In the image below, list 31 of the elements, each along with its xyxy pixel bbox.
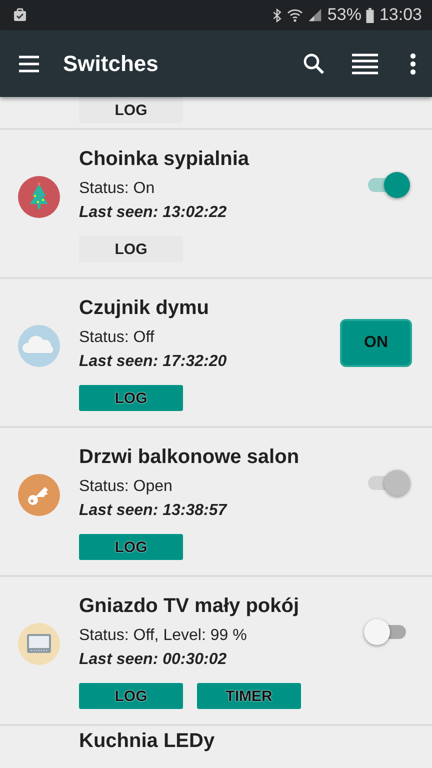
search-icon[interactable] (302, 52, 326, 76)
clock: 13:03 (379, 5, 422, 25)
app-title: Switches (63, 50, 158, 76)
device-name: Kuchnia LEDy (79, 729, 216, 754)
device-name: Czujnik dymu (79, 296, 210, 321)
on-button[interactable]: ON (340, 319, 412, 367)
device-name: Choinka sypialnia (79, 147, 250, 172)
battery-icon (366, 8, 374, 22)
action-button[interactable]: LOG (79, 534, 183, 560)
last-seen: Last seen: 13:38:57 (79, 502, 228, 520)
last-seen: Last seen: 17:32:20 (79, 353, 228, 371)
wifi-icon (287, 7, 304, 23)
bluetooth-icon (272, 8, 282, 22)
battery-percent: 53% (327, 5, 362, 25)
action-button[interactable]: LOG (79, 385, 183, 411)
signal-icon (308, 8, 322, 22)
device-status: Status: Off, Level: 99 % (79, 627, 248, 645)
action-button[interactable]: LOG (79, 683, 183, 709)
clipboard-check-icon (12, 7, 28, 23)
action-button[interactable]: TIMER (197, 683, 301, 709)
device-status: Status: Open (79, 478, 174, 496)
device-status: Status: Off (79, 329, 156, 347)
action-button[interactable]: LOG (79, 236, 183, 262)
last-seen: Last seen: 00:30:02 (79, 651, 228, 669)
action-button[interactable]: LOG (79, 97, 183, 123)
device-name: Gniazdo TV mały pokój (79, 594, 300, 619)
last-seen: Last seen: 13:02:22 (79, 204, 228, 222)
more-options-icon[interactable] (410, 52, 416, 76)
device-name: Drzwi balkonowe salon (79, 445, 300, 470)
list-view-icon[interactable] (352, 52, 378, 76)
device-status: Status: On (79, 180, 156, 198)
